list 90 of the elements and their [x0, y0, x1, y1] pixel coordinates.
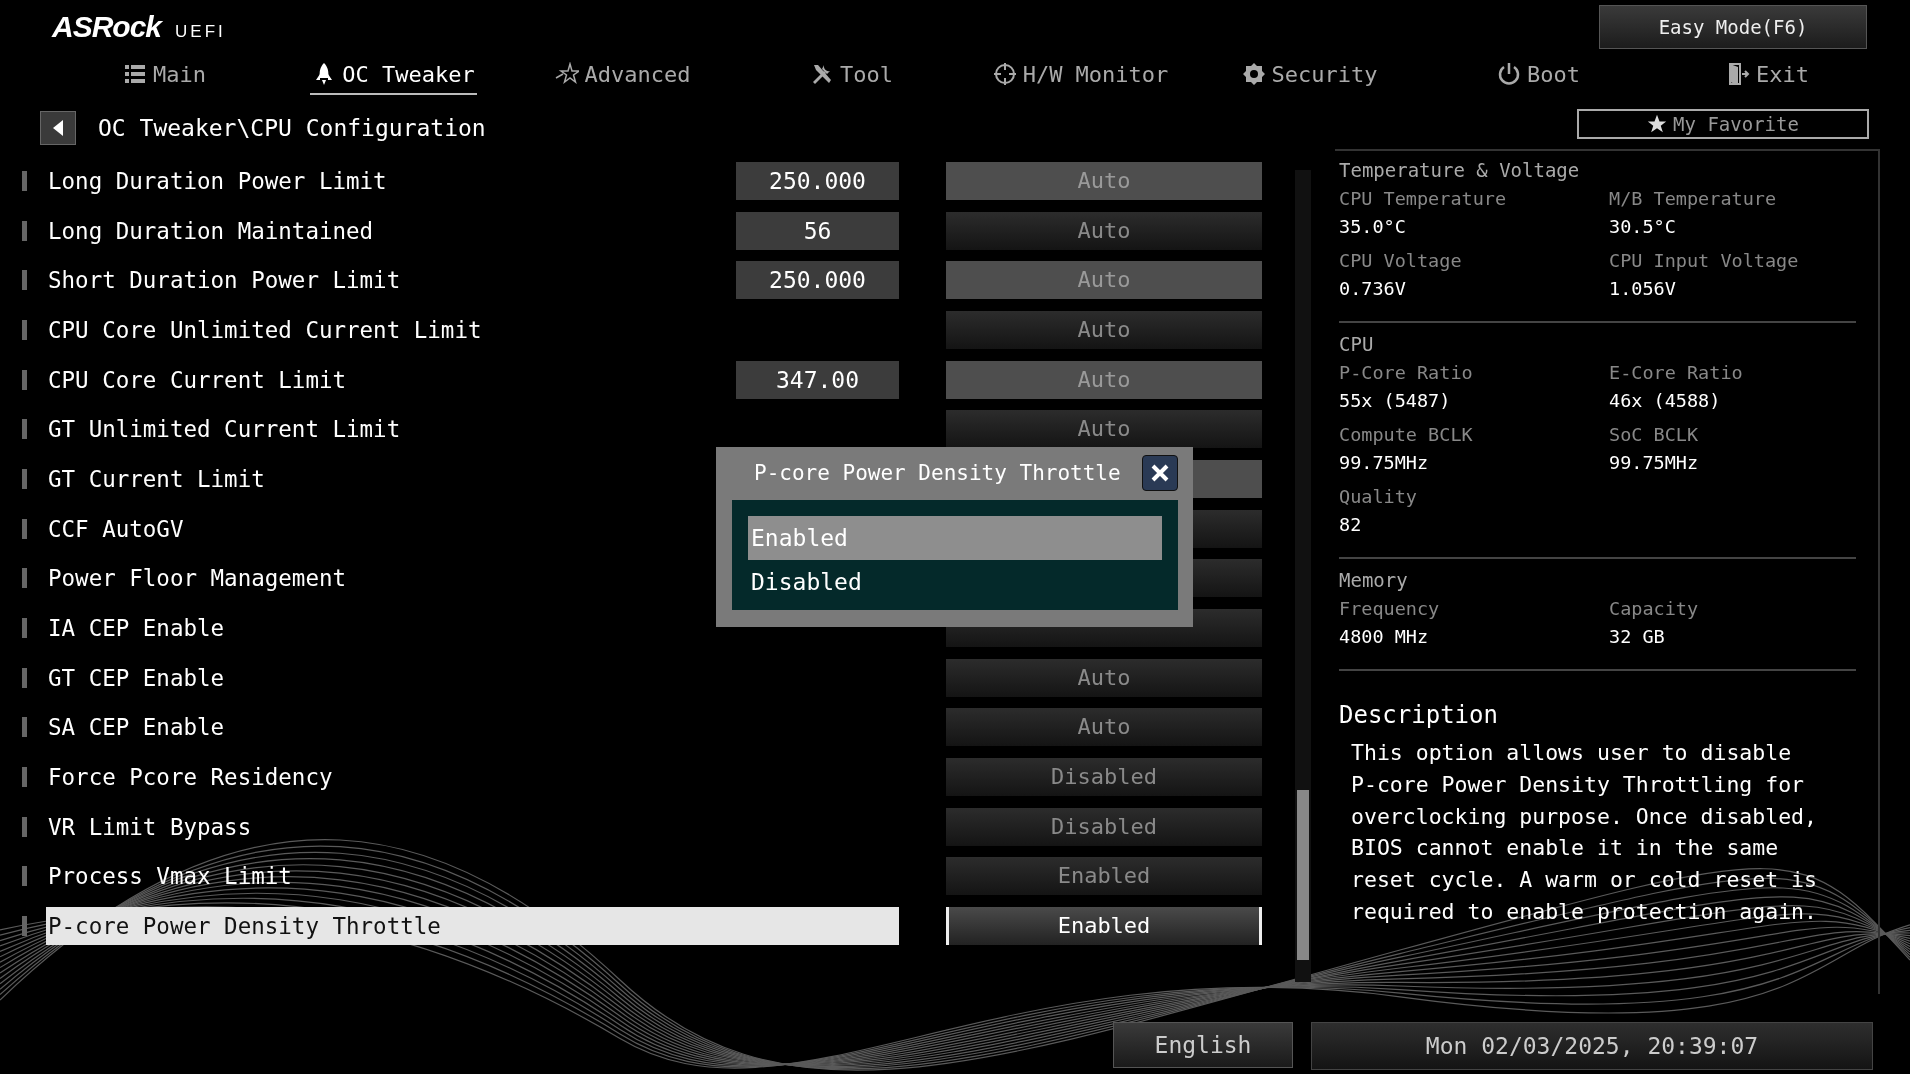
breadcrumb: OC Tweaker\CPU Configuration	[98, 115, 486, 141]
tab[interactable]: Exit	[1724, 55, 1811, 95]
info-value: 30.5°C	[1609, 215, 1677, 239]
section-title: CPU	[1339, 332, 1375, 357]
setting-label[interactable]: VR Limit Bypass	[46, 807, 899, 846]
tab[interactable]: Security	[1239, 55, 1380, 95]
logo: ASRock	[52, 10, 162, 44]
crosshair-icon	[992, 62, 1017, 86]
door-icon	[1726, 62, 1750, 86]
info-value: 4800 MHz	[1339, 625, 1430, 649]
star-icon	[554, 62, 579, 86]
setting-label[interactable]: SA CEP Enable	[46, 708, 899, 747]
language-button[interactable]: English	[1113, 1022, 1293, 1068]
row-marker	[22, 419, 27, 440]
info-value: 82	[1339, 513, 1363, 537]
star-icon	[1647, 114, 1668, 134]
back-arrow-icon	[51, 119, 65, 137]
info-label: CPU Temperature	[1339, 187, 1508, 211]
info-label: CPU Voltage	[1339, 249, 1463, 273]
info-label: E-Core Ratio	[1609, 361, 1744, 385]
description-title: Description	[1339, 701, 1499, 729]
info-label: Quality	[1339, 485, 1418, 509]
setting-label[interactable]: GT Unlimited Current Limit	[46, 410, 899, 449]
row-marker	[22, 220, 27, 241]
row-marker	[22, 170, 27, 191]
tab[interactable]: Advanced	[552, 55, 693, 95]
info-label: SoC BCLK	[1609, 423, 1700, 447]
easy-mode-button[interactable]: Easy Mode(F6)	[1599, 5, 1867, 49]
popup-title: P-core Power Density Throttle	[754, 461, 1121, 485]
power-icon	[1497, 62, 1521, 86]
row-marker	[22, 518, 27, 539]
close-icon	[1149, 462, 1171, 484]
info-value: 1.056V	[1609, 277, 1677, 301]
row-marker	[22, 369, 27, 390]
setting-label[interactable]: Long Duration Maintained	[46, 211, 736, 250]
setting-label[interactable]: Process Vmax Limit	[46, 857, 899, 896]
row-marker	[22, 618, 27, 639]
tab[interactable]: H/W Monitor	[990, 55, 1171, 95]
setting-label[interactable]: Force Pcore Residency	[46, 758, 899, 797]
option-dropdown[interactable]: Enabled	[946, 907, 1262, 946]
info-label: CPU Input Voltage	[1609, 249, 1800, 273]
option-dropdown[interactable]: Disabled	[946, 758, 1262, 797]
option-dropdown[interactable]: Auto	[946, 410, 1262, 449]
info-value: 99.75MHz	[1339, 451, 1430, 475]
section-title: Memory	[1339, 568, 1409, 593]
close-button[interactable]	[1142, 455, 1178, 491]
description-text: This option allows user to disable P-core Power Density Throttling for overclocking purpose. Once disabled, BIOS cannot enable it in the same reset cycle. A warm or cold reset is required to enable protection again.	[1351, 739, 1818, 926]
info-value: 32 GB	[1609, 625, 1666, 649]
info-value: 35.0°C	[1339, 215, 1407, 239]
row-marker	[22, 717, 27, 738]
info-label: Frequency	[1339, 597, 1441, 621]
info-label: Capacity	[1609, 597, 1700, 621]
setting-label[interactable]: CPU Core Unlimited Current Limit	[46, 310, 899, 349]
row-marker	[22, 270, 27, 291]
info-value: 46x (4588)	[1609, 389, 1722, 413]
row-marker	[22, 816, 27, 837]
scrollbar[interactable]	[1295, 170, 1311, 982]
option-dropdown[interactable]: Enabled	[946, 857, 1262, 896]
row-marker	[22, 866, 27, 887]
tab[interactable]: Main	[121, 55, 208, 95]
date-time: Mon 02/03/2025, 20:39:07	[1311, 1022, 1873, 1070]
option-dropdown[interactable]: Disabled	[946, 807, 1262, 846]
option-dropdown[interactable]: Auto	[946, 211, 1262, 250]
option-dropdown[interactable]: Auto	[946, 658, 1262, 697]
info-value: 55x (5487)	[1339, 389, 1452, 413]
logo-suffix: UEFI	[175, 22, 226, 42]
row-marker	[22, 468, 27, 489]
row-marker	[22, 319, 27, 340]
info-label: Compute BCLK	[1339, 423, 1474, 447]
list-icon	[123, 62, 147, 86]
tab[interactable]: Tool	[808, 55, 895, 95]
row-marker	[22, 667, 27, 688]
back-button[interactable]	[40, 111, 76, 145]
section-title: Temperature & Voltage	[1339, 158, 1581, 183]
row-marker	[22, 767, 27, 788]
my-favorite-button[interactable]: My Favorite	[1577, 109, 1869, 139]
value-field[interactable]: 56	[736, 211, 899, 250]
option-dropdown[interactable]: Auto	[946, 310, 1262, 349]
popup-option[interactable]: Disabled	[748, 560, 1162, 604]
info-value: 99.75MHz	[1609, 451, 1700, 475]
row-marker	[22, 916, 27, 937]
info-label: P-Core Ratio	[1339, 361, 1474, 385]
setting-label[interactable]: P-core Power Density Throttle	[46, 907, 899, 946]
row-marker	[22, 568, 27, 589]
option-dropdown[interactable]: Auto	[946, 708, 1262, 747]
tab[interactable]: OC Tweaker	[310, 55, 477, 95]
info-label: M/B Temperature	[1609, 187, 1778, 211]
tab[interactable]: Boot	[1495, 55, 1582, 95]
setting-label[interactable]: GT CEP Enable	[46, 658, 899, 697]
info-value: 0.736V	[1339, 277, 1407, 301]
